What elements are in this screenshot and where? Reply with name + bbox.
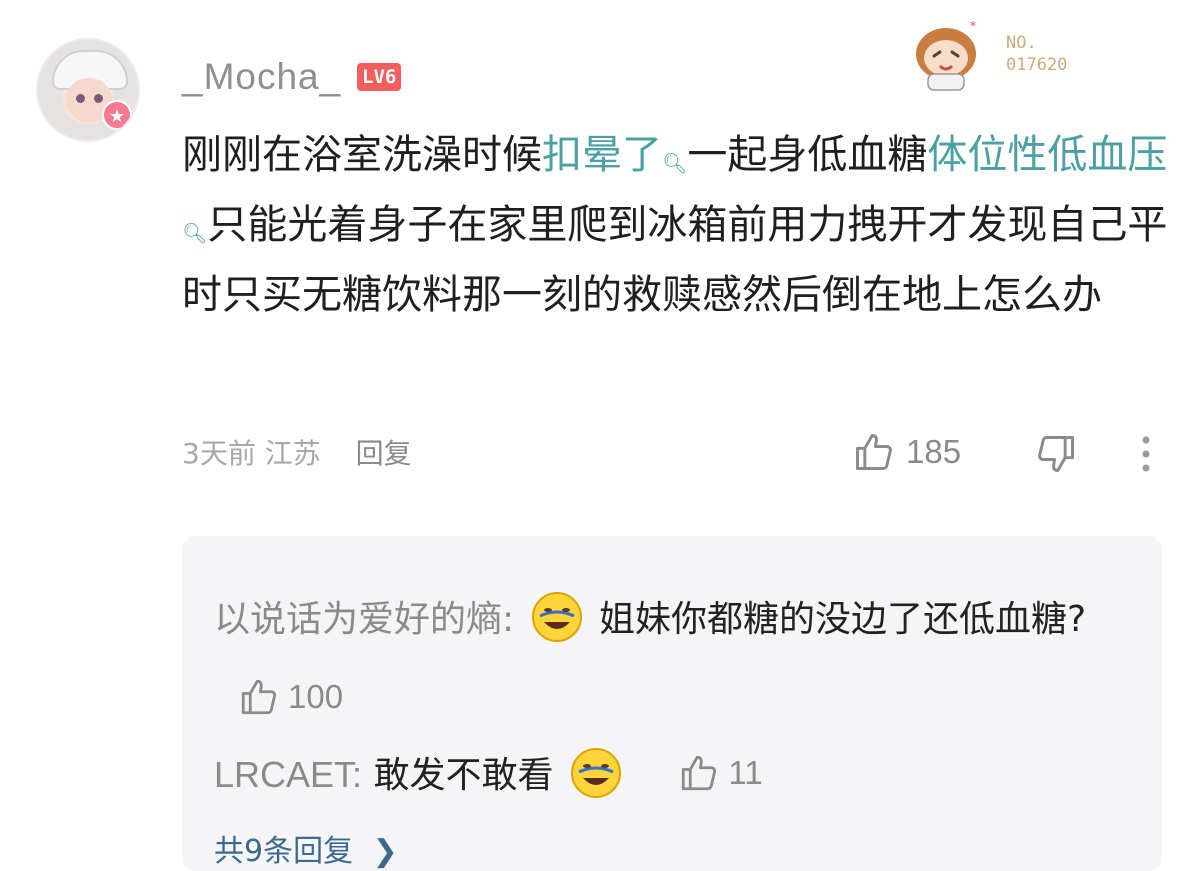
comment-avatar[interactable]: ★ [36, 38, 140, 142]
thumbs-down-icon[interactable] [1034, 432, 1078, 476]
comment-text-part: 刚刚在浴室洗澡时候 [182, 132, 542, 178]
decoration-sticker-icon: * [916, 19, 976, 91]
reply-like-count: 100 [288, 678, 344, 715]
thumbs-up-icon [682, 755, 717, 791]
avatar-eye [76, 94, 85, 103]
fan-number-badge: NO. 017620 [1006, 32, 1106, 76]
comment-time: 3天前 [182, 437, 256, 470]
comment-text-part: 一起身低血糖 [687, 132, 928, 178]
thumbs-up-icon [856, 434, 892, 470]
comment-text-part: 只能光着身子在家里爬到冰箱前用力拽开才发现自己平时只买无糖饮料那一刻的救赎感然后… [182, 202, 1168, 318]
avatar-eye [94, 94, 103, 103]
more-options-icon[interactable] [1138, 432, 1154, 476]
like-count: 185 [906, 433, 962, 470]
thumbs-up-icon [241, 679, 277, 715]
reply-text: 姐妹你都糖的没边了还低血糖? [599, 599, 1087, 640]
comment-location: 江苏 [264, 437, 321, 470]
search-icon[interactable]: 🔍︎ [662, 151, 687, 175]
reply-like-count: 11 [728, 754, 763, 791]
reply-like-button[interactable]: 100 [238, 657, 343, 737]
comment-text: 刚刚在浴室洗澡时候扣晕了🔍︎一起身低血糖体位性低血压🔍︎只能光着身子在家里爬到冰… [182, 120, 1172, 330]
avatar-badge-icon: ★ [102, 100, 132, 130]
level-badge: LV6 [357, 63, 402, 91]
reply-author[interactable]: LRCAET: [214, 754, 362, 795]
svg-text:*: * [970, 19, 976, 33]
comment-username[interactable]: _Mocha_ [182, 56, 341, 98]
laughing-crying-emoji-icon [531, 592, 582, 642]
laughing-crying-emoji-icon [570, 748, 621, 798]
reply-text: 敢发不敢看 [373, 755, 554, 796]
search-keyword-link[interactable]: 体位性低血压 [927, 132, 1167, 178]
serial-number: 017620 [1006, 55, 1068, 75]
reply-like-button[interactable]: 11 [678, 738, 763, 808]
search-icon[interactable]: 🔍︎ [182, 221, 207, 245]
chevron-right-icon: ❯ [372, 834, 398, 869]
comment-meta: 3天前 江苏 回复 [182, 432, 412, 472]
reply-author[interactable]: 以说话为爱好的熵: [214, 599, 514, 640]
reply-item[interactable]: 以说话为爱好的熵: 姐妹你都糖的没边了还低血糖? 100 [214, 580, 1144, 741]
serial-prefix: NO. [1006, 33, 1037, 53]
reply-button[interactable]: 回复 [356, 437, 412, 470]
search-keyword-link[interactable]: 扣晕了 [542, 132, 662, 178]
like-button[interactable]: 185 [852, 430, 961, 474]
reply-item[interactable]: LRCAET: 敢发不敢看 11 [214, 740, 1144, 812]
view-all-replies-label: 共9条回复 [214, 834, 354, 869]
view-all-replies-link[interactable]: 共9条回复 ❯ [214, 826, 398, 870]
